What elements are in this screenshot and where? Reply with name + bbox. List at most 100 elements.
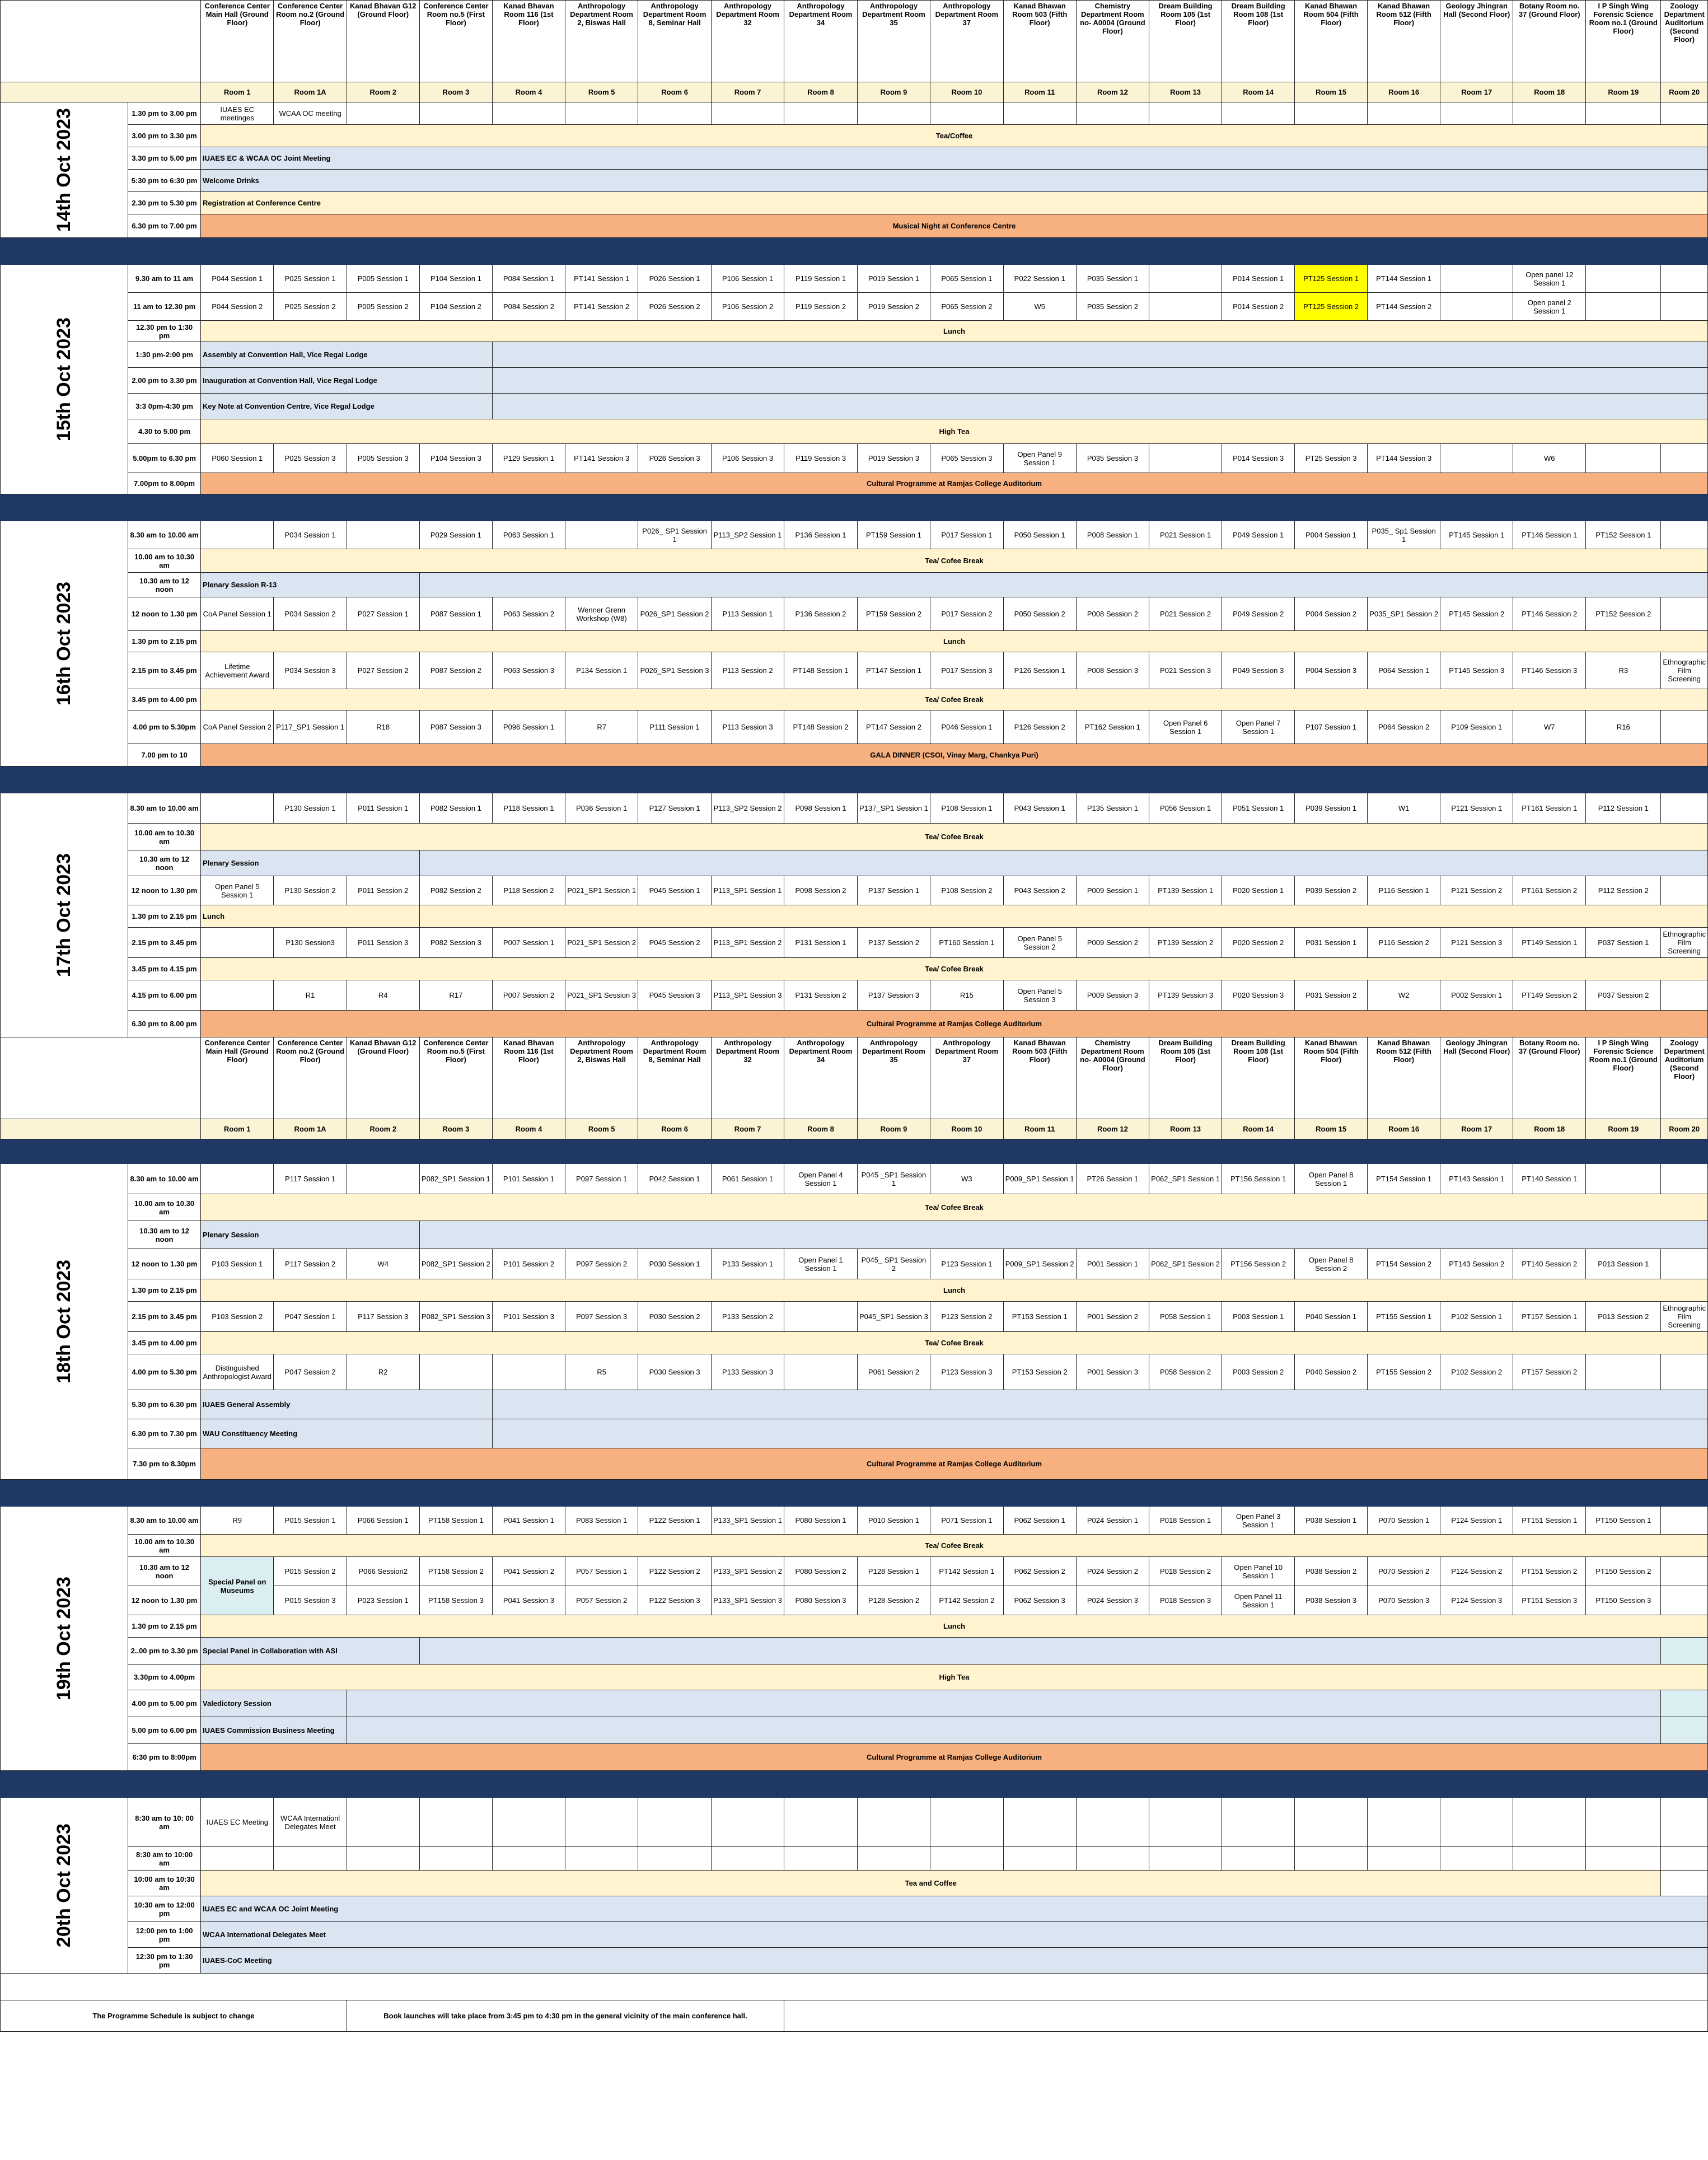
time-slot: 12:30 pm to 1:30 pm xyxy=(128,1947,202,1974)
session-cell: P049 Session 2 xyxy=(1222,597,1295,631)
session-cell xyxy=(200,927,274,958)
event-span: Plenary Session xyxy=(200,850,420,876)
event-span: Tea/ Cofee Break xyxy=(200,823,1708,850)
empty-cell xyxy=(346,1690,1662,1717)
session-cell: P064 Session 2 xyxy=(1367,710,1441,744)
session-cell: P137 Session 2 xyxy=(857,927,931,958)
table-row: 3.00 pm to 3.30 pm Tea/Coffee xyxy=(1,124,1708,147)
time-slot: 10.00 am to 10.30 am xyxy=(128,1194,202,1221)
session-cell xyxy=(419,102,493,125)
session-cell: P027 Session 2 xyxy=(346,652,420,689)
session-cell: P017 Session 1 xyxy=(930,521,1004,549)
session-cell xyxy=(784,102,858,125)
session-cell: P130 Session 1 xyxy=(273,793,347,824)
session-cell: Ethnographic Film Screening xyxy=(1660,652,1708,689)
venue-header: Kanad Bhavan Room 116 (1st Floor) xyxy=(492,0,565,82)
table-row: 6:30 pm to 8:00pm Cultural Programme at R… xyxy=(1,1743,1708,1771)
time-slot: 7.30 pm to 8.30pm xyxy=(128,1448,202,1480)
session-cell: P009 Session 1 xyxy=(1075,876,1150,905)
table-row: 5.00 pm to 6.00 pm IUAES Commission Busin… xyxy=(1,1717,1708,1744)
session-cell: P050 Session 2 xyxy=(1003,597,1077,631)
table-row: 6.30 pm to 7.00 pm Musical Night at Confe… xyxy=(1,214,1708,238)
session-cell: PT147 Session 2 xyxy=(857,710,931,744)
room-label: Room 1 xyxy=(200,82,274,102)
session-cell: Open Panel 11 Session 1 xyxy=(1222,1586,1295,1615)
room-header-row: Room 1 Room 1A Room 2 Room 3 Room 4 Room 5 Roo… xyxy=(0,1119,1708,1139)
table-row: 4.00 pm to 5.00 pm Valedictory Session xyxy=(1,1690,1708,1717)
table-row: 4.00 pm to 5.30pm CoA Panel Session 2 P117… xyxy=(1,710,1708,744)
room-label: Room 1A xyxy=(273,1119,347,1139)
session-cell: P098 Session 2 xyxy=(784,876,858,905)
session-cell xyxy=(564,102,639,125)
session-cell: P018 Session 2 xyxy=(1149,1556,1223,1586)
session-cell: P013 Session 1 xyxy=(1585,1249,1662,1279)
session-cell: P084 Session 1 xyxy=(492,264,565,293)
session-cell: P122 Session 3 xyxy=(638,1586,712,1615)
room-label: Room 17 xyxy=(1440,1119,1514,1139)
session-cell: P097 Session 2 xyxy=(564,1249,639,1279)
session-cell: P051 Session 1 xyxy=(1222,793,1295,824)
session-cell: P020 Session 3 xyxy=(1222,980,1295,1011)
session-cell: PT162 Session 1 xyxy=(1075,710,1150,744)
time-slot: 6:30 pm to 8:00pm xyxy=(128,1743,202,1771)
event-span: Cultural Programme at Ramjas College Aud… xyxy=(200,1743,1708,1771)
session-cell: P045_SP1 Session 3 xyxy=(857,1301,931,1332)
room-label: Room 7 xyxy=(710,1119,785,1139)
room-label: Room 12 xyxy=(1075,1119,1150,1139)
venue-header: Anthropology Department Room 32 xyxy=(710,0,785,82)
session-cell xyxy=(1513,1846,1587,1871)
session-cell xyxy=(1149,292,1223,321)
time-slot: 1.30 pm to 2.15 pm xyxy=(128,905,202,928)
time-slot: 2.15 pm to 3.45 pm xyxy=(128,927,202,958)
time-slot: 8.30 am to 10.00 am xyxy=(128,793,202,824)
session-cell: P025 Session 2 xyxy=(273,292,347,321)
session-cell: PT142 Session 1 xyxy=(930,1556,1004,1586)
session-cell: Ethnographic Film Screening xyxy=(1660,1301,1708,1332)
time-slot: 4.00 pm to 5.30pm xyxy=(128,710,202,744)
session-cell: Open Panel 8 Session 1 xyxy=(1294,1163,1368,1194)
empty-cell xyxy=(419,1637,1662,1665)
separator-bar xyxy=(0,1479,1708,1507)
event-span: Lunch xyxy=(200,905,420,928)
session-cell: P096 Session 1 xyxy=(492,710,565,744)
empty-cell xyxy=(419,850,1708,876)
room-label: Room 12 xyxy=(1075,82,1150,102)
table-row: 12.30 pm to 1:30 pm Lunch xyxy=(1,320,1708,342)
session-cell: P044 Session 2 xyxy=(200,292,274,321)
session-cell: P060 Session 1 xyxy=(200,443,274,473)
session-cell: P004 Session 3 xyxy=(1294,652,1368,689)
session-cell: P062_SP1 Session 1 xyxy=(1149,1163,1223,1194)
table-row: 6.30 pm to 8.00 pm Cultural Programme at … xyxy=(1,1010,1708,1037)
room-label: Room 18 xyxy=(1513,82,1587,102)
session-cell: P070 Session 3 xyxy=(1367,1586,1441,1615)
session-cell xyxy=(346,521,420,549)
session-cell: P082_SP1 Session 2 xyxy=(419,1249,493,1279)
date-cell: 18th Oct 2023 xyxy=(0,1163,129,1480)
time-slot: 3:3 0pm-4:30 pm xyxy=(128,393,202,419)
session-cell xyxy=(1585,102,1662,125)
event-span: IUAES General Assembly xyxy=(200,1390,493,1419)
session-cell: P101 Session 3 xyxy=(492,1301,565,1332)
session-cell xyxy=(784,1846,858,1871)
venue-header: Kanad Bhawan Room 504 (Fifth Floor) xyxy=(1294,1037,1368,1119)
session-cell: P071 Session 1 xyxy=(930,1506,1004,1535)
time-slot: 10:00 am to 10:30 am xyxy=(128,1870,202,1896)
session-cell xyxy=(200,521,274,549)
date-cell: 15th Oct 2023 xyxy=(0,264,129,494)
time-slot: 9.30 am to 11 am xyxy=(128,264,202,293)
room-label: Room 13 xyxy=(1149,82,1223,102)
time-slot: 1.30 pm to 2.15 pm xyxy=(128,1615,202,1638)
session-cell xyxy=(930,1797,1004,1847)
session-cell: P135 Session 1 xyxy=(1075,793,1150,824)
room-label: Room 20 xyxy=(1660,82,1708,102)
session-cell: R17 xyxy=(419,980,493,1011)
session-cell: P109 Session 1 xyxy=(1440,710,1514,744)
session-cell: P102 Session 1 xyxy=(1440,1301,1514,1332)
session-cell: P001 Session 2 xyxy=(1075,1301,1150,1332)
venue-header: Conference Center Room no.5 (First Floor… xyxy=(419,1037,493,1119)
venue-header: Chemistry Department Room no- A0004 (Gro… xyxy=(1075,0,1150,82)
session-cell: P065 Session 3 xyxy=(930,443,1004,473)
session-cell: P063 Session 1 xyxy=(492,521,565,549)
session-cell: P049 Session 3 xyxy=(1222,652,1295,689)
table-row: 2.15 pm to 3.45 pm P130 Session3 P011 Sess… xyxy=(1,927,1708,958)
